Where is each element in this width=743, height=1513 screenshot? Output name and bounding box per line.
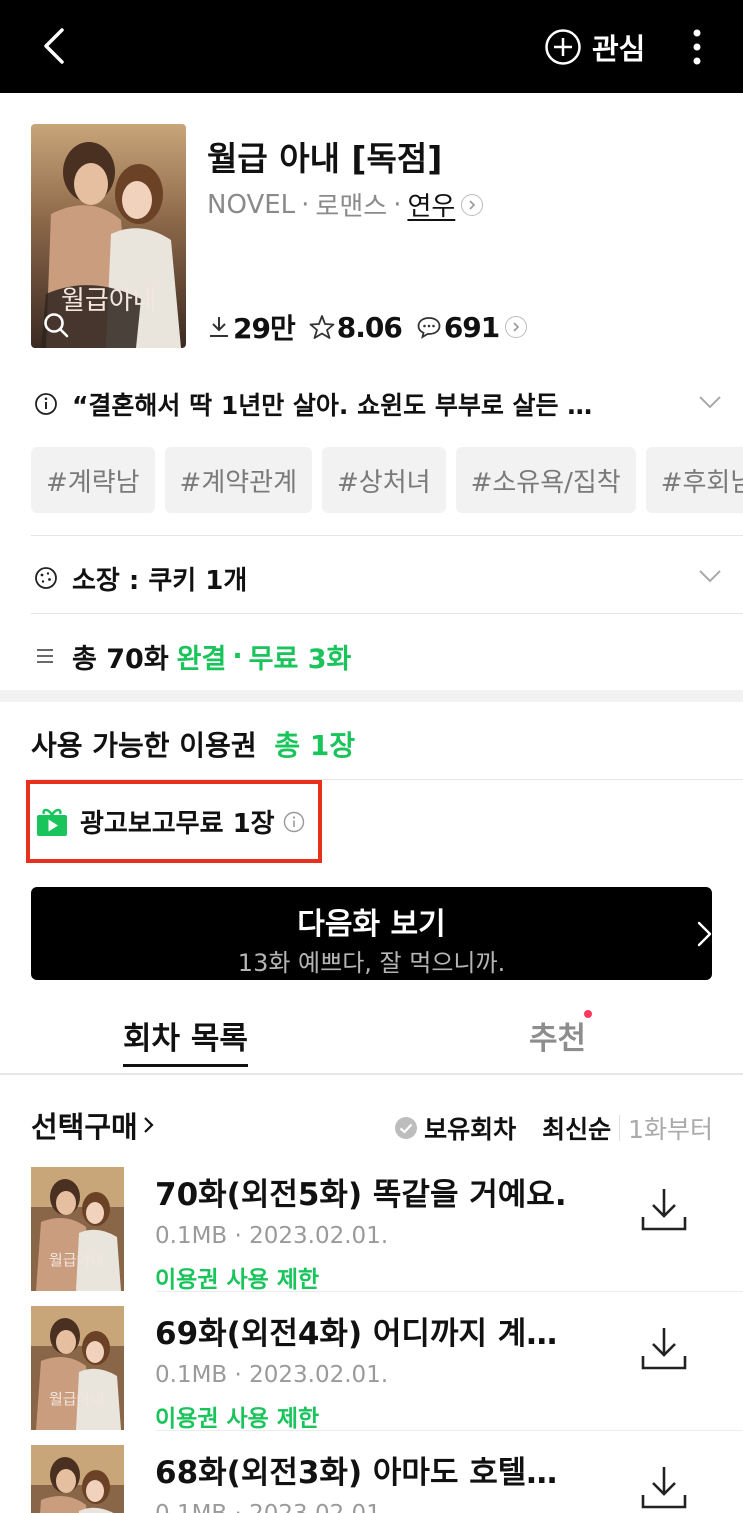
tab-bar: 회차 목록 추천 (0, 1005, 743, 1075)
chevron-right-circle-icon (505, 316, 528, 338)
rating-value: 8.06 (336, 310, 403, 344)
pass-count: 총 1장 (274, 729, 356, 762)
chevron-down-icon[interactable] (696, 562, 724, 590)
episode-row[interactable]: 68화(외전3화) 아마도 호텔… 0.1MB · 2023.02.01. (31, 1445, 743, 1513)
book-title: 월급 아내 [독점] (207, 139, 443, 178)
chevron-right-icon (143, 1117, 154, 1133)
download-icon[interactable] (637, 1324, 691, 1374)
episode-info: 0.1MB · 2023.02.01. (155, 1223, 389, 1249)
author-link[interactable]: 연우 (407, 186, 455, 223)
sort-options: 보유회차 최신순 1화부터 (394, 1110, 713, 1146)
divider (31, 613, 743, 614)
favorite-button[interactable]: 관심 (544, 27, 645, 67)
next-episode-button[interactable]: 다음화 보기 13화 예쁘다, 잘 먹으니까. (31, 887, 712, 980)
episode-title: 68화(외전3화) 아마도 호텔… (155, 1455, 558, 1491)
back-arrow-icon[interactable] (34, 22, 78, 70)
episode-title: 69화(외전4화) 어디까지 계… (155, 1316, 558, 1352)
thumb-cover-title: 월급아내 (49, 1390, 104, 1408)
book-category: NOVEL (207, 189, 296, 220)
owned-cookie-row[interactable]: 소장 : 쿠키 1개 (34, 556, 724, 600)
book-cover[interactable]: 월급아내 (31, 124, 186, 348)
tag-list: #계략남 #계약관계 #상처녀 #소유욕/집착 #후회남 (31, 447, 743, 513)
tag-chip[interactable]: #소유욕/집착 (455, 447, 636, 513)
download-icon[interactable] (637, 1463, 691, 1513)
book-stats: 29만 8.06 691 (207, 307, 541, 347)
download-count: 29만 (233, 312, 296, 345)
thumb-cover-title: 월급아내 (49, 1251, 104, 1269)
cookie-icon (35, 567, 57, 589)
free-episodes: 무료 3화 (248, 643, 352, 675)
info-circle-icon[interactable] (283, 811, 305, 833)
episode-info: 0.1MB · 2023.02.01. (155, 1501, 388, 1513)
episode-summary: 총 70화 완결 · 무료 3화 (34, 634, 351, 678)
next-episode-title: 13화 예쁘다, 잘 먹으니까. (237, 949, 506, 977)
book-genre: 로맨스 (315, 192, 388, 222)
tab-episode-list[interactable]: 회차 목록 (123, 1013, 248, 1067)
tag-chip[interactable]: #상처녀 (322, 447, 446, 513)
download-count-icon (210, 317, 228, 337)
owned-episodes-filter[interactable]: 보유회차 (394, 1110, 516, 1146)
star-icon (309, 315, 335, 339)
ad-free-pass-label: 광고보고무료 1장 (80, 809, 275, 839)
divider (31, 535, 743, 536)
episode-info: 0.1MB · 2023.02.01. (155, 1362, 389, 1388)
info-icon (35, 393, 57, 415)
episode-title: 70화(외전5화) 똑같을 거예요. (155, 1177, 567, 1213)
episode-pass-limit: 이용권 사용 제한 (155, 1267, 320, 1293)
comments-link[interactable]: 691 (416, 310, 528, 344)
zoom-search-icon[interactable] (41, 310, 71, 340)
check-circle-icon (395, 1117, 418, 1139)
available-pass-title: 사용 가능한 이용권 총 1장 (31, 724, 355, 764)
cover-title-text: 월급아내 (61, 286, 157, 316)
owned-cookie-text: 소장 : 쿠키 1개 (72, 565, 248, 596)
comment-count: 691 (443, 310, 500, 344)
episode-total: 총 70화 (72, 643, 169, 675)
favorite-label: 관심 (592, 32, 646, 66)
episode-thumbnail: 월급아내 (31, 1167, 124, 1291)
gift-video-icon (37, 808, 67, 836)
chevron-right-circle-icon[interactable] (461, 193, 484, 216)
episode-list-header: 선택구매 보유회차 최신순 1화부터 (31, 1100, 713, 1150)
summary-separator: · (232, 640, 243, 672)
completion-status: 완결 (176, 643, 227, 675)
top-bar: 관심 (0, 0, 743, 93)
tag-chip[interactable]: #계약관계 (164, 447, 313, 513)
download-icon[interactable] (637, 1185, 691, 1235)
ad-free-pass-highlight[interactable]: 광고보고무료 1장 (26, 780, 322, 863)
select-purchase-label: 선택구매 (31, 1110, 138, 1144)
chevron-down-icon[interactable] (696, 388, 724, 416)
sort-first[interactable]: 1화부터 (628, 1110, 713, 1146)
row-divider (156, 1291, 743, 1292)
chevron-right-icon (697, 921, 712, 947)
episode-row[interactable]: 월급아내 70화(외전5화) 똑같을 거예요. 0.1MB · 2023.02.… (31, 1167, 743, 1293)
select-purchase-button[interactable]: 선택구매 (31, 1104, 156, 1146)
tag-chip[interactable]: #후회남 (645, 447, 743, 513)
episode-thumbnail (31, 1445, 124, 1513)
pass-label: 사용 가능한 이용권 (31, 729, 257, 762)
next-episode-label: 다음화 보기 (297, 907, 446, 942)
synopsis-row[interactable]: “결혼해서 딱 1년만 살아. 쇼윈도 부부로 살든 … (34, 382, 724, 426)
new-badge-dot (584, 1010, 592, 1018)
row-divider (156, 1430, 743, 1431)
more-options-icon[interactable] (682, 24, 712, 70)
list-icon (37, 649, 53, 663)
sort-divider (619, 1115, 621, 1141)
book-meta: NOVEL · 로맨스 · 연우 (207, 186, 484, 223)
sort-latest[interactable]: 최신순 (542, 1110, 611, 1146)
section-divider (0, 690, 743, 702)
owned-filter-label: 보유회차 (424, 1115, 517, 1144)
tag-chip[interactable]: #계략남 (31, 447, 155, 513)
tab-recommend[interactable]: 추천 (529, 1013, 586, 1058)
episode-pass-limit: 이용권 사용 제한 (155, 1406, 320, 1432)
comment-icon (417, 317, 441, 339)
episode-row[interactable]: 월급아내 69화(외전4화) 어디까지 계… 0.1MB · 2023.02.0… (31, 1306, 743, 1432)
plus-circle-icon (545, 29, 581, 65)
episode-thumbnail: 월급아내 (31, 1306, 124, 1430)
synopsis-text: “결혼해서 딱 1년만 살아. 쇼윈도 부부로 살든 … (72, 391, 593, 420)
